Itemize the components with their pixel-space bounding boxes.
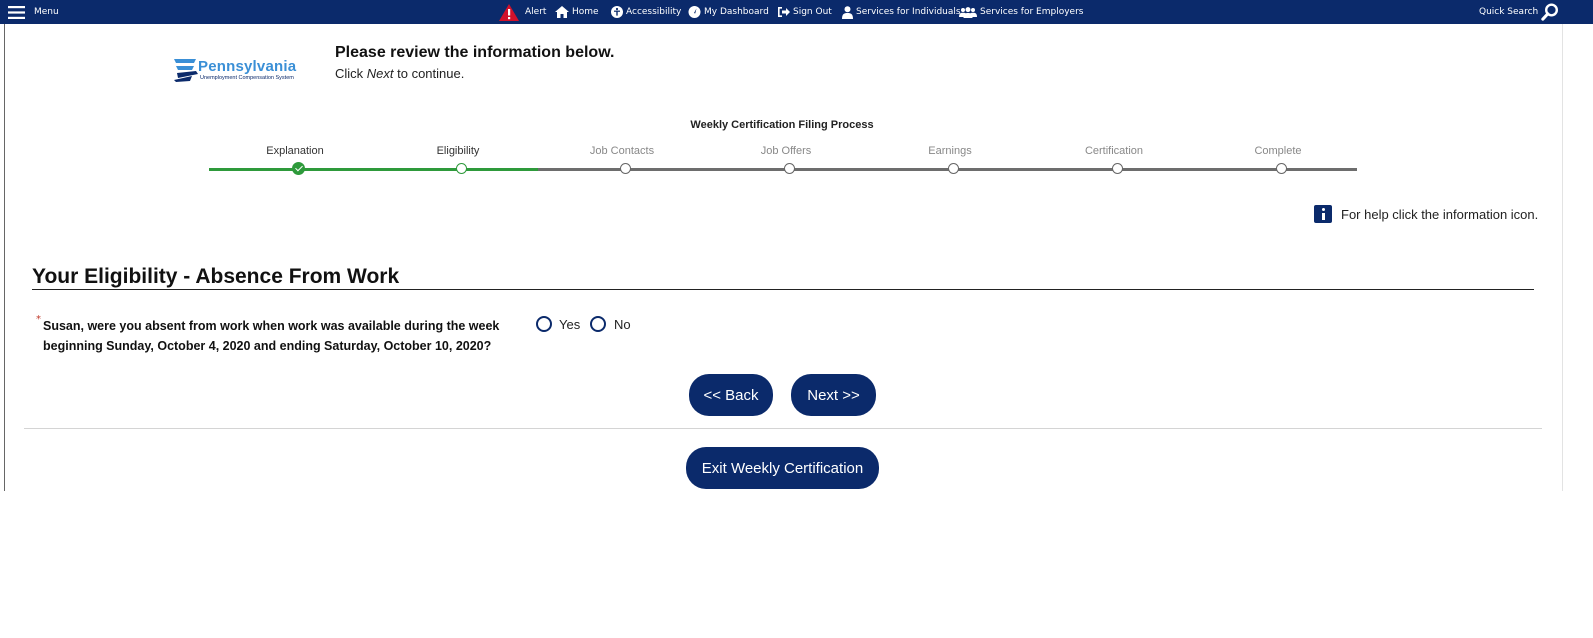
sign-out-icon <box>777 6 790 18</box>
services-for-individuals-link[interactable]: Services for Individuals <box>842 0 961 24</box>
exit-weekly-certification-button[interactable]: Exit Weekly Certification <box>686 447 879 489</box>
step-node-certification <box>1112 163 1123 174</box>
top-navigation-bar: Menu Alert Home Accessibility My Dashboa… <box>0 0 1593 24</box>
accessibility-label: Accessibility <box>626 7 682 17</box>
my-dashboard-link[interactable]: My Dashboard <box>688 0 769 24</box>
alert-link[interactable]: Alert <box>498 0 546 24</box>
pennsylvania-keystone-logo-icon <box>174 59 198 82</box>
page-frame-left-border <box>4 24 5 491</box>
step-node-eligibility <box>456 163 467 174</box>
menu-hamburger-icon[interactable] <box>8 0 25 24</box>
step-node-earnings <box>948 163 959 174</box>
pennsylvania-uc-logo: Pennsylvania Unemployment Compensation S… <box>172 56 312 86</box>
menu-link[interactable]: Menu <box>34 0 59 24</box>
next-button[interactable]: Next >> <box>791 374 876 416</box>
sign-out-label: Sign Out <box>793 7 832 17</box>
required-asterisk: * <box>36 314 41 325</box>
step-node-job-contacts <box>620 163 631 174</box>
section-divider <box>32 289 1534 290</box>
step-node-job-offers <box>784 163 795 174</box>
users-group-icon <box>959 6 977 18</box>
alert-label: Alert <box>525 7 547 17</box>
services-employers-label: Services for Employers <box>980 7 1084 17</box>
person-icon <box>842 5 853 19</box>
alert-warning-icon <box>498 3 520 21</box>
logo-wordmark: Pennsylvania <box>198 58 297 75</box>
quick-search-label[interactable]: Quick Search <box>1479 0 1538 24</box>
accessibility-icon <box>611 6 623 18</box>
step-label-eligibility: Eligibility <box>436 145 480 157</box>
radio-yes-label[interactable]: Yes <box>559 317 580 332</box>
instruction-emphasis: Next <box>366 66 394 81</box>
instruction-suffix: to continue. <box>393 66 465 81</box>
progress-title: Weekly Certification Filing Process <box>690 119 874 131</box>
back-button[interactable]: << Back <box>689 374 773 416</box>
button-divider <box>24 428 1542 429</box>
radio-no-label[interactable]: No <box>614 317 631 332</box>
radio-no[interactable] <box>590 316 606 332</box>
dashboard-gauge-icon <box>688 6 701 18</box>
step-node-explanation-check-icon <box>292 162 305 175</box>
services-individuals-label: Services for Individuals <box>856 7 961 17</box>
step-label-explanation: Explanation <box>266 145 324 157</box>
services-for-employers-link[interactable]: Services for Employers <box>959 0 1083 24</box>
step-label-earnings: Earnings <box>928 145 972 157</box>
absence-question-text: Susan, were you absent from work when wo… <box>43 319 500 353</box>
step-label-complete: Complete <box>1254 145 1302 157</box>
page-frame-right-border <box>1562 24 1563 491</box>
step-node-complete <box>1276 163 1287 174</box>
home-link[interactable]: Home <box>555 0 599 24</box>
radio-yes[interactable] <box>536 316 552 332</box>
step-label-certification: Certification <box>1084 145 1144 157</box>
section-title: Your Eligibility - Absence From Work <box>32 265 400 288</box>
step-label-job-offers: Job Offers <box>760 145 812 157</box>
information-icon[interactable] <box>1314 205 1332 223</box>
progress-track-completed <box>209 168 538 171</box>
home-icon <box>555 6 569 18</box>
accessibility-link[interactable]: Accessibility <box>611 0 681 24</box>
page-instruction: Click Next to continue. <box>335 66 464 81</box>
dashboard-label: My Dashboard <box>704 7 769 17</box>
logo-subtitle: Unemployment Compensation System <box>200 75 294 81</box>
step-label-job-contacts: Job Contacts <box>589 145 655 157</box>
home-label: Home <box>572 7 599 17</box>
instruction-prefix: Click <box>335 66 367 81</box>
page-title: Please review the information below. <box>335 44 615 61</box>
sign-out-link[interactable]: Sign Out <box>777 0 832 24</box>
help-text: For help click the information icon. <box>1341 207 1539 222</box>
search-icon[interactable] <box>1541 0 1559 24</box>
